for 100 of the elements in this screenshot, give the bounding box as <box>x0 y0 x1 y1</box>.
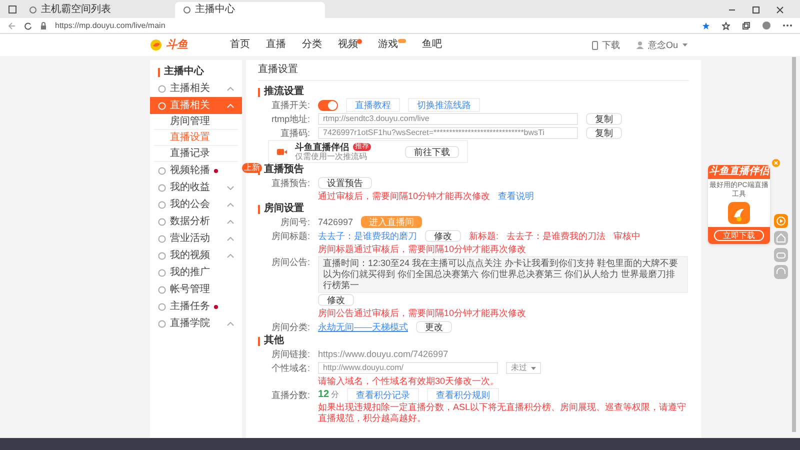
score-value: 12 <box>318 389 330 401</box>
item-icon <box>158 166 166 174</box>
item-icon <box>158 234 166 242</box>
nav-link[interactable]: 直播 <box>266 39 286 51</box>
score-unit: 分 <box>331 389 340 401</box>
item-icon <box>158 286 166 294</box>
sidebar-title: 主播中心 <box>164 66 204 78</box>
field-label: 直播开关: <box>270 99 310 111</box>
item-icon <box>158 102 166 110</box>
submenu-item[interactable]: 房间管理 <box>154 114 238 130</box>
page-icon <box>183 6 191 14</box>
item-icon <box>158 218 166 226</box>
nav-link[interactable]: 游戏 <box>378 39 398 51</box>
back-icon <box>8 22 16 30</box>
sidebar-item[interactable]: 主播任务 <box>150 298 242 315</box>
play-button[interactable] <box>774 214 788 228</box>
action-button[interactable]: 前往下载 <box>405 146 459 158</box>
nav-link[interactable]: 视频 <box>338 39 358 51</box>
field-label: 房间分类: <box>270 321 310 333</box>
reload-icon <box>24 22 32 30</box>
profile-icon <box>762 21 771 30</box>
notice-box[interactable]: 直播时间：12:30至24 我在主播可以点点关注 办卡让我看到你们支持 鞋包里面的大牌不要以为你们就买得到 你们全国总决赛第六 你们世界总决赛第三 你们从人给力 世界最磨刀排行榜第一 <box>318 256 688 293</box>
headset-button[interactable] <box>774 265 788 279</box>
action-button[interactable]: 复制 <box>586 127 622 139</box>
item-icon <box>158 200 166 208</box>
caret-icon <box>531 366 536 370</box>
text-field[interactable]: 7426997r1otSF1hu?wsSecret=*****************************bwsTi <box>318 127 578 139</box>
accent-mark <box>258 204 260 214</box>
sidebar-item[interactable]: 直播学院 <box>150 315 242 332</box>
nav-link[interactable]: 分类 <box>302 39 322 51</box>
field-label: 直播分数: <box>270 389 310 401</box>
nav-link[interactable]: 首页 <box>230 39 250 51</box>
item-icon <box>158 184 166 192</box>
section-heading: 直播预告 <box>264 164 304 176</box>
accent-mark <box>258 336 260 346</box>
item-icon <box>158 84 166 92</box>
action-button[interactable]: 复制 <box>586 113 622 125</box>
nav-link[interactable]: 鱼吧 <box>422 39 442 51</box>
sidebar-item[interactable]: 我的公会 <box>150 196 242 213</box>
new-badge: 上新 <box>242 163 262 173</box>
warning-text: 请输入域名，个性域名有效期30天修改一次。 <box>318 376 500 386</box>
room-number: 7426997 <box>318 216 354 228</box>
more-icon <box>783 24 792 27</box>
page-icon <box>29 6 37 14</box>
close-icon <box>776 6 784 14</box>
action-button[interactable]: 修改 <box>425 230 461 242</box>
action-button[interactable]: 更改 <box>416 321 452 333</box>
sidebar-item[interactable]: 视频轮播 <box>150 162 242 179</box>
warning-text: 房间公告通过审核后，需要间隔10分钟才能再次修改 <box>318 308 526 318</box>
close-icon <box>772 159 780 167</box>
field-label: 房间标题: <box>270 230 310 242</box>
sidebar-item[interactable]: 帐号管理 <box>150 281 242 298</box>
favorites-icon <box>722 22 730 30</box>
warning-text: 房间标题通过审核后，需要间隔10分钟才能再次修改 <box>318 244 526 254</box>
section-heading: 推流设置 <box>264 86 304 98</box>
home-button[interactable] <box>774 231 788 245</box>
camera-icon <box>277 148 287 156</box>
sidebar-item[interactable]: 我的视频 <box>150 247 242 264</box>
sidebar-item[interactable]: 我的推广 <box>150 264 242 281</box>
sidebar-item[interactable]: 主播相关 <box>150 80 242 97</box>
tabs-icon <box>8 5 17 14</box>
field-label: 直播码: <box>279 127 310 139</box>
toggle-switch[interactable] <box>318 100 338 110</box>
field-label: 房间链接: <box>270 348 310 360</box>
home-icon <box>774 231 788 245</box>
app-icon <box>728 202 750 224</box>
item-icon <box>158 268 166 276</box>
url-text[interactable]: https://mp.douyu.com/live/main <box>55 20 166 32</box>
user-icon <box>636 41 644 49</box>
browser-tab[interactable]: 主播中心 <box>175 2 325 18</box>
phone-icon <box>592 40 598 50</box>
sidebar-item[interactable]: 我的收益 <box>150 179 242 196</box>
fish-logo-icon <box>150 39 162 51</box>
action-button[interactable]: 设置预告 <box>318 177 372 189</box>
sidebar-item[interactable]: 数据分析 <box>150 213 242 230</box>
maximize-icon <box>752 6 760 14</box>
download-link[interactable]: 下载 <box>602 39 620 51</box>
item-icon <box>158 252 166 260</box>
item-icon <box>158 302 166 310</box>
section-heading: 房间设置 <box>264 203 304 215</box>
section-heading: 其他 <box>264 335 284 347</box>
field-label: 房间号: <box>279 216 310 228</box>
domain-field[interactable]: http://www.douyu.com/ <box>318 362 498 374</box>
warning-text: 如果出现违规扣除一定直播分数，ASL以下将无直播积分榜、房间展现、巡查等权限，请遵守直播规范，积分越高越好。 <box>318 402 688 424</box>
submenu-item[interactable]: 直播记录 <box>154 146 238 162</box>
field-label: 房间公告: <box>270 256 310 268</box>
field-label: 个性域名: <box>270 362 310 374</box>
accent-mark <box>158 68 160 76</box>
star-icon <box>702 22 710 30</box>
review-status: 审核中 <box>614 230 641 242</box>
play-icon <box>774 214 788 228</box>
text-field[interactable]: rtmp://sendtc3.douyu.com/live <box>318 113 578 125</box>
page-title: 直播设置 <box>258 64 689 81</box>
user-name[interactable]: 意念Ou <box>648 39 678 51</box>
caret-icon <box>682 43 688 47</box>
sidebar-item[interactable]: 营业活动 <box>150 230 242 247</box>
action-button[interactable]: 修改 <box>318 294 354 306</box>
status-dropdown[interactable]: 未过 <box>506 362 541 374</box>
pending-title: 去去子：是谁费我的刀法 <box>506 230 606 242</box>
gamepad-button[interactable] <box>774 248 788 262</box>
